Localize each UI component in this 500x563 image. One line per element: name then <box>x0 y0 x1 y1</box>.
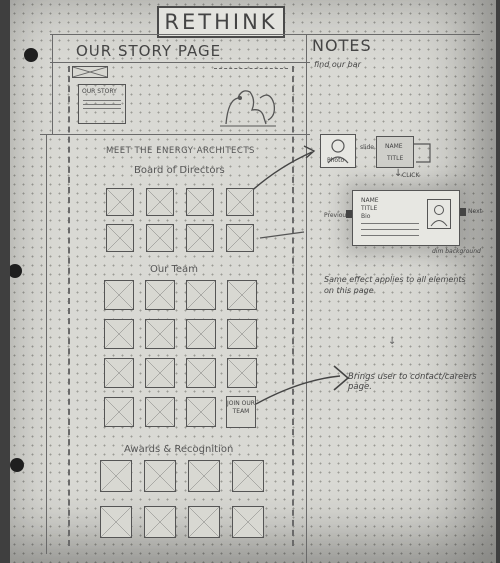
team-member-card[interactable] <box>145 319 175 349</box>
team-member-card[interactable] <box>104 280 134 310</box>
team-member-card[interactable] <box>186 280 216 310</box>
board-member-card[interactable] <box>226 188 254 216</box>
notebook-sheet: RETHINK OUR STORY PAGE NOTES find our ba… <box>10 0 496 563</box>
arrow-to-notes <box>255 375 341 405</box>
team-member-card[interactable] <box>186 319 216 349</box>
team-member-card[interactable] <box>104 358 134 388</box>
award-item[interactable] <box>100 460 132 492</box>
team-member-card[interactable] <box>145 358 175 388</box>
board-member-card[interactable] <box>146 188 174 216</box>
team-member-card[interactable] <box>104 397 134 427</box>
arrow-to-notes <box>259 231 305 239</box>
award-item[interactable] <box>188 460 220 492</box>
team-member-card[interactable] <box>227 319 257 349</box>
board-member-card[interactable] <box>186 224 214 252</box>
award-item[interactable] <box>100 506 132 538</box>
team-member-card[interactable] <box>227 358 257 388</box>
team-member-card[interactable] <box>227 280 257 310</box>
award-item[interactable] <box>144 460 176 492</box>
board-member-card[interactable] <box>186 188 214 216</box>
board-member-card[interactable] <box>106 188 134 216</box>
team-member-card[interactable] <box>145 280 175 310</box>
award-item[interactable] <box>188 506 220 538</box>
team-member-card[interactable] <box>186 358 216 388</box>
award-item[interactable] <box>144 506 176 538</box>
team-member-card[interactable] <box>186 397 216 427</box>
award-item[interactable] <box>232 506 264 538</box>
award-item[interactable] <box>232 460 264 492</box>
board-member-card[interactable] <box>146 224 174 252</box>
team-member-card[interactable] <box>145 397 175 427</box>
board-member-card[interactable] <box>106 224 134 252</box>
team-member-card[interactable] <box>104 319 134 349</box>
board-member-card[interactable] <box>226 224 254 252</box>
